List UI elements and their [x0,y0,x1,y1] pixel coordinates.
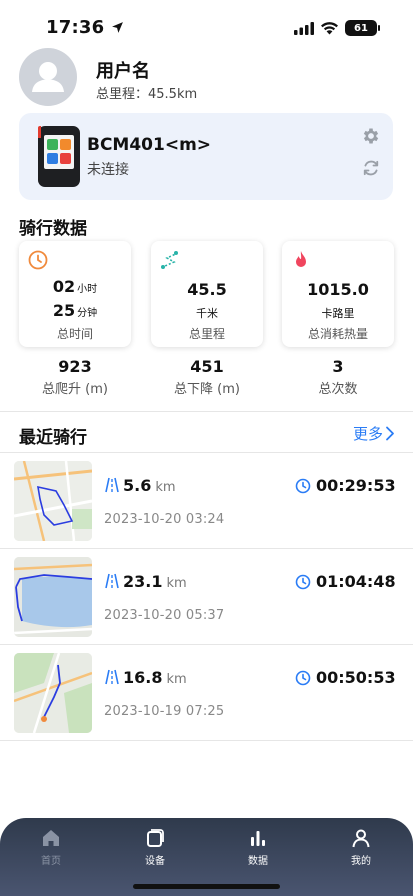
ride-date: 2023-10-20 05:37 [104,608,225,623]
ride-item[interactable]: 16.8 km 00:50:53 2023-10-19 07:25 [0,645,413,741]
gear-icon[interactable] [361,126,381,146]
recent-rides-title: 最近骑行 [19,428,87,448]
ride-duration: 00:50:53 [316,668,396,687]
road-icon [105,477,119,493]
stat-total-rides-label: 总次数 [318,382,358,397]
fire-icon [296,251,306,267]
user-total-distance: 总里程：45.5km [96,87,198,102]
chevron-right-icon [386,426,394,441]
user-name: 用户名 [96,61,150,82]
more-rides-link[interactable]: 更多 [353,423,395,444]
home-icon [43,830,59,846]
ride-item[interactable]: 23.1 km 01:04:48 2023-10-20 05:37 [0,549,413,645]
tab-home-label: 首页 [41,856,61,867]
tab-profile[interactable]: 我的 [331,828,391,867]
road-icon [105,669,119,685]
clock-icon [295,478,311,494]
profile-header[interactable]: 用户名 总里程：45.5km [19,48,399,110]
battery-level: 61 [354,22,368,34]
tab-device[interactable]: 设备 [125,828,185,867]
stat-card-calories: 1015.0 卡路里 总消耗热量 [282,241,394,347]
clock-icon [295,574,311,590]
stat-label-calories: 总消耗热量 [307,327,368,341]
stat-distance-value: 45.5 [187,280,227,299]
stat-card-time: 02 小时 25 分钟 总时间 [19,241,131,347]
status-time: 17:36 [46,17,124,38]
ride-map-thumbnail [14,653,92,733]
ride-item[interactable]: 5.6 km 00:29:53 2023-10-20 03:24 [0,453,413,549]
stat-card-distance: 45.5 千米 总里程 [151,241,263,347]
ride-duration: 01:04:48 [316,572,396,591]
person-icon [352,829,370,848]
device-image [38,126,80,187]
device-screen [44,135,74,169]
ride-data-title: 骑行数据 [19,219,87,239]
bar-chart-icon [251,831,265,846]
stat-minutes: 25 分钟 [52,301,98,320]
stat-total-descent-label: 总下降 (m) [174,382,240,397]
device-name: BCM401<m> [87,135,212,155]
tab-profile-label: 我的 [351,856,371,867]
ride-date: 2023-10-19 07:25 [104,704,225,719]
stat-total-descent-value: 451 [190,357,224,376]
ride-date: 2023-10-20 03:24 [104,512,225,527]
device-connection-status: 未连接 [87,162,129,178]
road-icon [105,573,119,589]
stat-label-distance: 总里程 [188,327,225,341]
tab-data[interactable]: 数据 [228,828,288,867]
divider [0,411,413,412]
stat-total-rides: 3 总次数 [282,357,394,397]
tab-device-label: 设备 [145,856,165,867]
status-time-text: 17:36 [46,17,105,38]
stat-total-climb-value: 923 [58,357,92,376]
stat-total-climb: 923 总爬升 (m) [19,357,131,397]
ride-duration: 00:29:53 [316,476,396,495]
ride-distance: 16.8 km [123,668,187,687]
ride-distance: 5.6 km [123,476,176,495]
more-label: 更多 [352,425,383,443]
battery-icon: 61 [345,20,380,36]
stat-calories-unit: 卡路里 [321,307,355,320]
stat-hours: 02 小时 [52,277,98,296]
stat-total-climb-label: 总爬升 (m) [42,382,108,397]
person-silhouette-icon [32,62,64,92]
status-icons: 61 [294,20,380,36]
stat-total-rides-value: 3 [332,357,344,376]
avatar[interactable] [19,48,77,106]
device-icon [147,829,164,847]
refresh-icon[interactable] [361,158,381,178]
clock-icon [28,250,48,270]
home-indicator [133,884,280,889]
signal-icon [294,21,314,35]
ride-distance: 23.1 km [123,572,187,591]
clock-icon [295,670,311,686]
ride-map-thumbnail [14,461,92,541]
stat-total-descent: 451 总下降 (m) [151,357,263,397]
tab-home[interactable]: 首页 [21,828,81,867]
stat-label-time: 总时间 [56,327,93,341]
stat-calories-value: 1015.0 [307,280,369,299]
wifi-icon [321,22,338,35]
device-card[interactable]: BCM401<m> 未连接 [19,113,393,200]
route-icon [161,251,178,269]
location-arrow-icon [111,22,123,33]
divider [0,740,413,741]
ride-map-thumbnail [14,557,92,637]
stat-distance-unit: 千米 [196,307,218,320]
tab-data-label: 数据 [248,856,268,867]
